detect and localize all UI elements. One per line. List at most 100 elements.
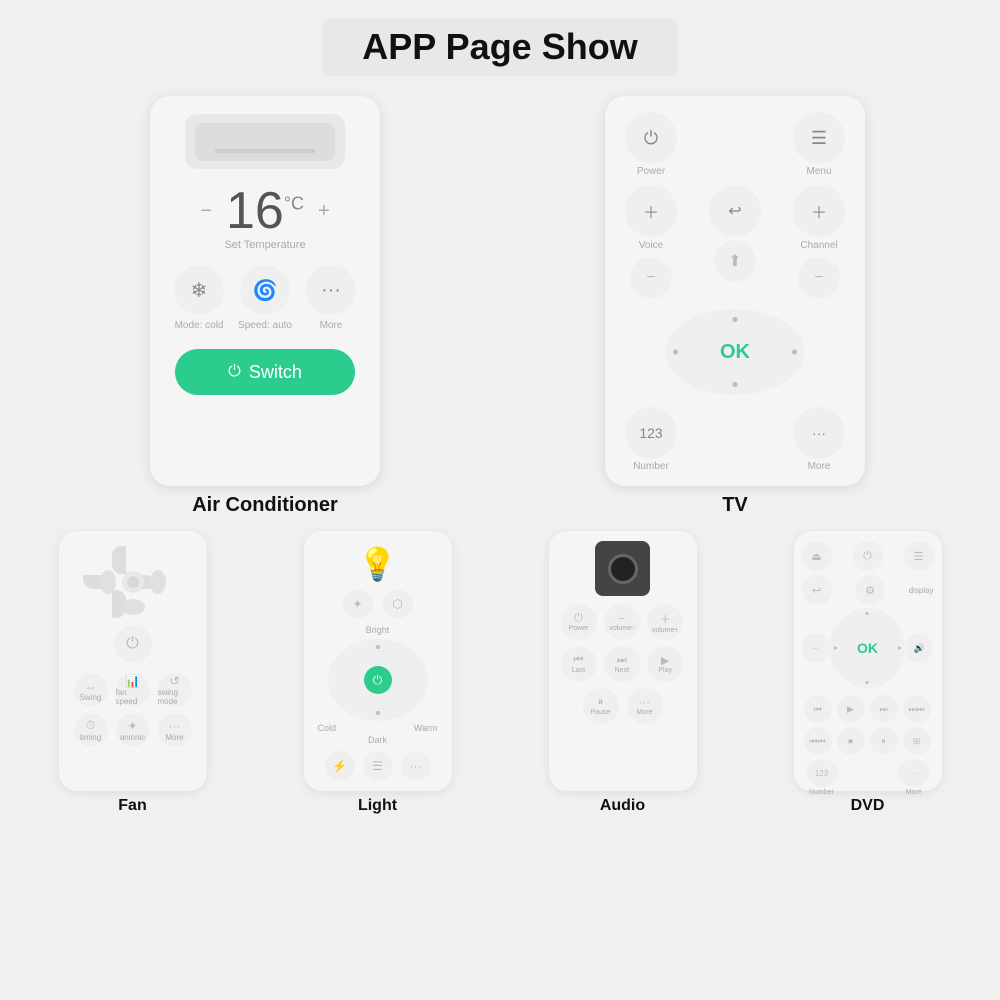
ac-switch-label: Switch [249, 362, 302, 383]
light-bottom-btn-2[interactable]: ☰ [363, 751, 393, 781]
dvd-eject-btn[interactable]: ⏏ [802, 541, 832, 571]
dvd-cell: ⏏ ⏻ ☰ ↩ ⚙ display − OK 🔊 [786, 527, 950, 819]
audio-speaker [595, 541, 650, 596]
fan-speed-button[interactable]: 📊 fan speed [116, 673, 150, 707]
ac-more-btn[interactable]: ··· More [306, 265, 356, 331]
dvd-rew-btn[interactable]: ⏮⏮ [804, 727, 832, 755]
dvd-grid-btn[interactable]: ⊞ [903, 727, 931, 755]
ac-mode-btn[interactable]: ❄ Mode: cold [174, 265, 224, 331]
fan-timing-button[interactable]: ⏱ timing [74, 713, 108, 747]
dvd-play-btn[interactable]: ▶ [837, 695, 865, 723]
tv-more-button[interactable]: ··· [793, 407, 845, 459]
ac-cell: − 16°C + Set Temperature ❄ Mode: cold 🌀 … [30, 86, 500, 527]
dvd-device-label: DVD [851, 797, 885, 815]
tv-nav-dot-right [792, 350, 797, 355]
dvd-ff-btn[interactable]: ⏭ [870, 695, 898, 723]
tv-up-button[interactable]: ⬆ [714, 240, 756, 282]
tv-power-button[interactable]: ⏻ [625, 112, 677, 164]
light-power-button[interactable]: ⏻ [364, 666, 392, 694]
tv-menu-label: Menu [806, 166, 831, 177]
dvd-stop-btn[interactable]: ⏹ [837, 727, 865, 755]
audio-next-label: Next [615, 667, 629, 674]
fan-blades [98, 547, 168, 617]
dvd-vol-plus-btn[interactable]: 🔊 [905, 633, 933, 663]
dvd-mid-row: ↩ ⚙ display [802, 575, 934, 605]
dvd-settings-btn[interactable]: ⚙ [855, 575, 885, 605]
fan-more-button[interactable]: ··· More [158, 713, 192, 747]
audio-play-btn[interactable]: ▶ Play [647, 646, 683, 682]
tv-menu-button[interactable]: ☰ [793, 112, 845, 164]
tv-back-up-group: ↩ ⬆ [709, 185, 761, 299]
dvd-bottom-row: 123 Number ··· More [802, 759, 934, 796]
fan-timing-label: timing [80, 733, 101, 742]
ac-temp-value: 16°C [226, 185, 304, 237]
fan-swing-label: Swing [80, 693, 102, 702]
fan-more-label: More [165, 733, 183, 742]
fan-control-row: ↔ Swing 📊 fan speed ↺ swing mode [74, 673, 192, 707]
dvd-top-row: ⏏ ⏻ ☰ [802, 541, 934, 571]
ac-temp-deg: °C [284, 194, 304, 214]
dvd-back-btn[interactable]: ↩ [802, 575, 832, 605]
tv-voice-plus-btn[interactable]: ＋ [625, 185, 677, 237]
audio-vol-minus-btn[interactable]: − volume- [604, 604, 640, 640]
tv-ok-label: OK [720, 341, 750, 364]
ac-plus-label: + [318, 201, 330, 221]
light-bottom-btn-3[interactable]: ··· [401, 751, 431, 781]
dvd-power-btn[interactable]: ⏻ [853, 541, 883, 571]
page-title: APP Page Show [362, 26, 637, 67]
dvd-vol-minus-btn[interactable]: − [802, 633, 830, 663]
dvd-ok-label: OK [857, 640, 878, 656]
light-btn-2[interactable]: ⬡ [383, 589, 413, 619]
audio-next-btn[interactable]: ⏭ Next [604, 646, 640, 682]
dvd-more-label: More [906, 789, 922, 796]
tv-number-button[interactable]: 123 [625, 407, 677, 459]
dvd-more-btn[interactable]: ··· [898, 759, 930, 787]
fan-power-button[interactable]: ⏻ [114, 625, 152, 663]
fan-speed-icon: 📊 [125, 674, 140, 688]
audio-bottom-row: ⏸ Pause ··· More [583, 688, 663, 724]
tv-voice-minus-btn[interactable]: − [630, 257, 672, 299]
tv-mid-row: ＋ Voice − ↩ ⬆ ＋ Channel − [625, 185, 845, 299]
dvd-vol-row: − OK 🔊 [802, 608, 934, 688]
audio-cell: ⏻ Power − volume- ＋ volume+ ⏮ Last ⏭ N [541, 527, 705, 819]
tv-channel-group: ＋ Channel − [793, 185, 845, 299]
fan-anionic-button[interactable]: ✦ anionic [116, 713, 150, 747]
audio-last-btn[interactable]: ⏮ Last [561, 646, 597, 682]
ac-set-label: Set Temperature [224, 239, 305, 251]
tv-number-label: Number [633, 461, 669, 472]
audio-power-btn[interactable]: ⏻ Power [561, 604, 597, 640]
audio-more-btn[interactable]: ··· More [627, 688, 663, 724]
fan-mode-button[interactable]: ↺ swing mode [158, 673, 192, 707]
tv-channel-plus-btn[interactable]: ＋ [793, 185, 845, 237]
audio-vol-minus-icon: − [619, 613, 625, 625]
ac-speed-label: Speed: auto [238, 320, 292, 331]
fan-swing-button[interactable]: ↔ Swing [74, 673, 108, 707]
fan-speed-label: fan speed [116, 688, 150, 706]
dvd-next-btn[interactable]: ⏭⏭ [903, 695, 931, 723]
light-bottom-btn-1[interactable]: ⚡ [325, 751, 355, 781]
dvd-nav-circle[interactable]: OK [830, 608, 905, 688]
tv-nav-circle[interactable]: OK [665, 309, 805, 395]
tv-voice-label: Voice [639, 240, 663, 251]
light-btn-1[interactable]: ✦ [343, 589, 373, 619]
light-circle[interactable]: ⏻ [328, 639, 428, 721]
audio-pause-label: Pause [591, 709, 611, 716]
audio-last-icon: ⏮ [574, 654, 584, 667]
dvd-playback-grid: ⏮ ▶ ⏭ ⏭⏭ ⏮⏮ ⏹ ⏸ ⊞ [802, 695, 934, 755]
tv-nav-dot-top [733, 317, 738, 322]
dvd-number-btn[interactable]: 123 [806, 759, 838, 787]
audio-vol-plus-btn[interactable]: ＋ volume+ [647, 604, 683, 640]
dvd-menu-btn[interactable]: ☰ [904, 541, 934, 571]
tv-channel-minus-btn[interactable]: − [798, 257, 840, 299]
tv-bottom-row: 123 Number ··· More [625, 407, 845, 472]
dvd-pause-btn[interactable]: ⏸ [870, 727, 898, 755]
audio-pause-btn[interactable]: ⏸ Pause [583, 688, 619, 724]
ac-speed-btn[interactable]: 🌀 Speed: auto [238, 265, 292, 331]
ac-switch-button[interactable]: ⏻ Switch [175, 349, 355, 395]
dvd-prev-btn[interactable]: ⏮ [804, 695, 832, 723]
audio-more-icon: ··· [639, 697, 650, 709]
ac-device-label: Air Conditioner [192, 494, 338, 517]
ac-unit-body [195, 123, 335, 161]
tv-back-button[interactable]: ↩ [709, 185, 761, 237]
light-controls-row: ✦ ⬡ [343, 589, 413, 619]
